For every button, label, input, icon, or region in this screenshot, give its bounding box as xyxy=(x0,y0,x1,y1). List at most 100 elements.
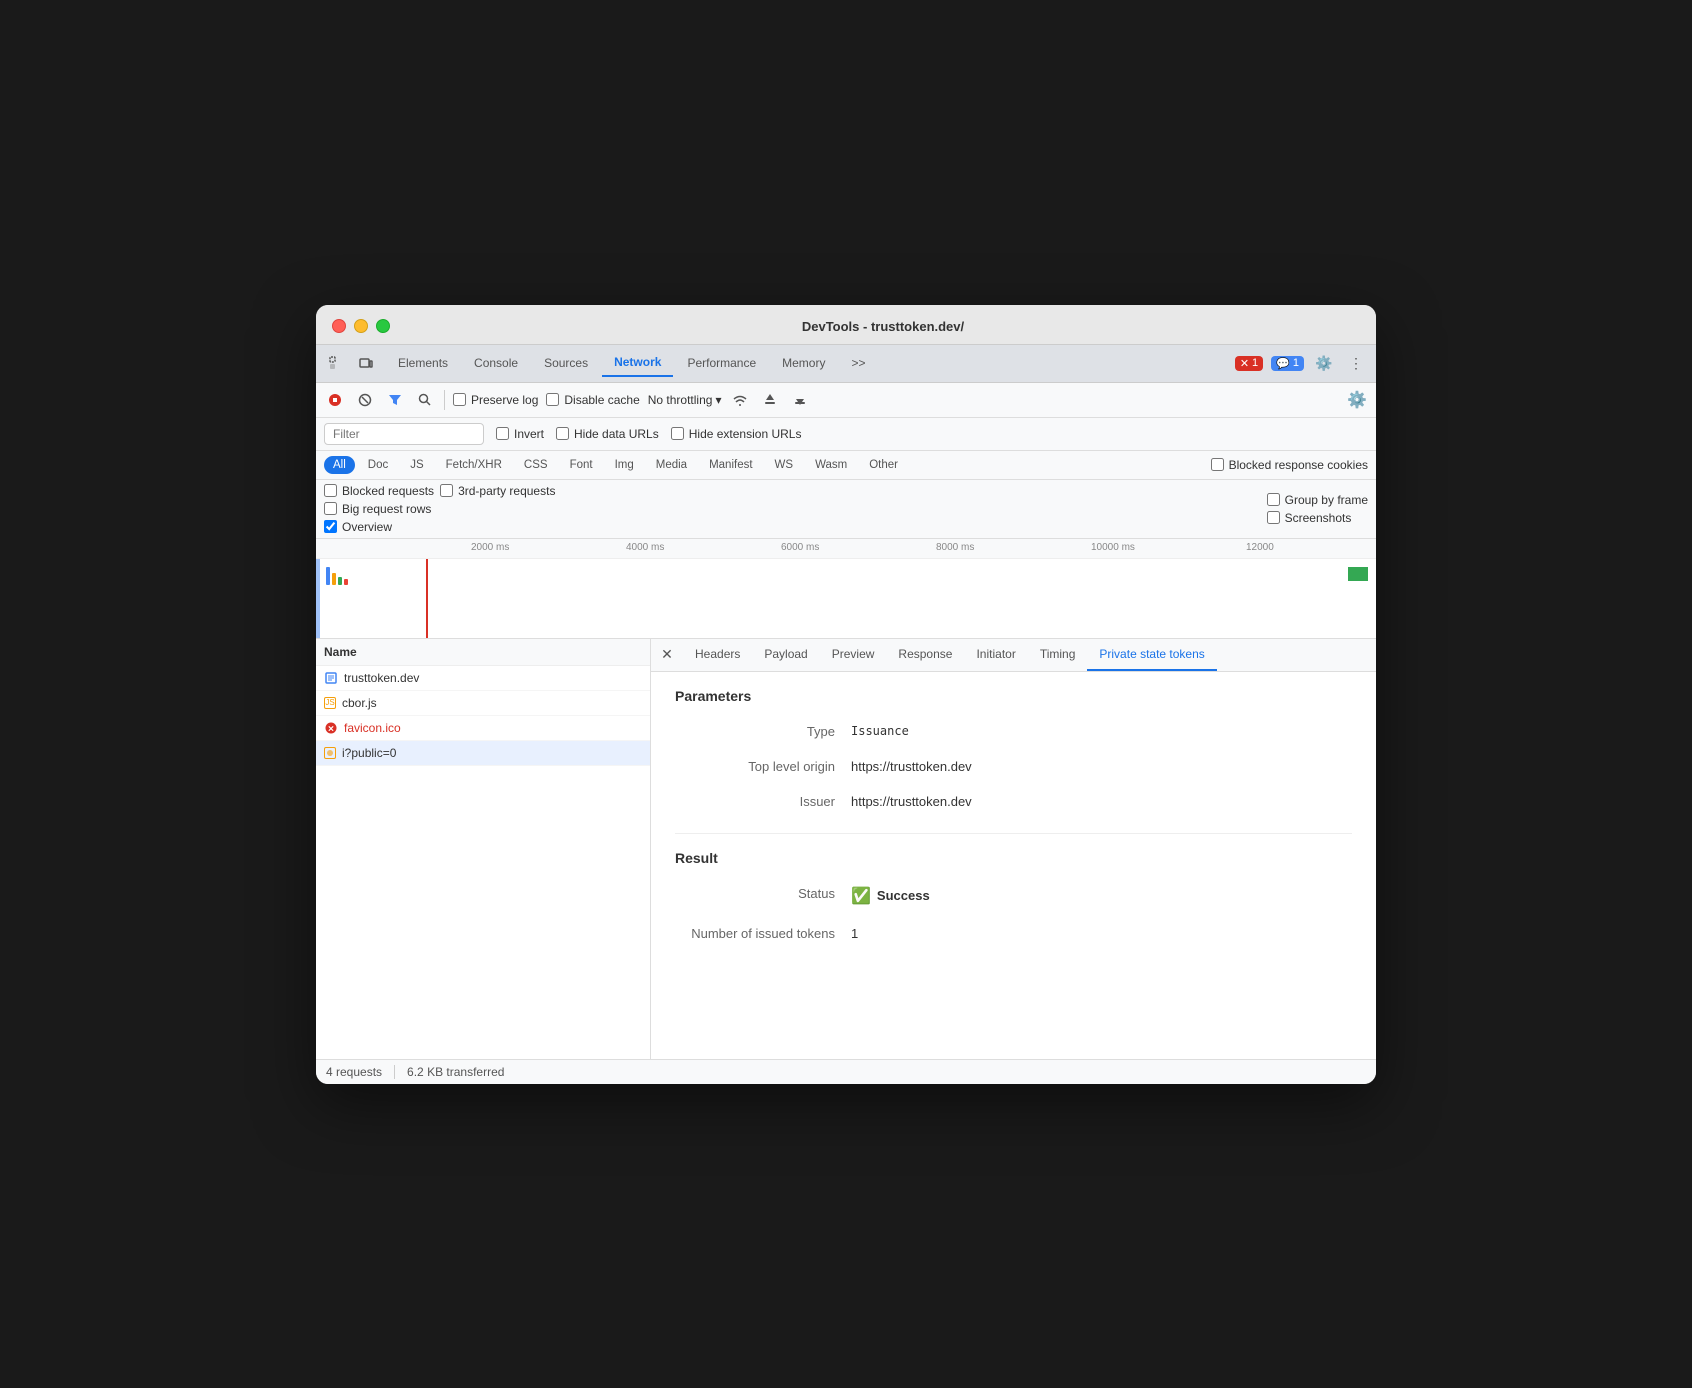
info-badge: 💬 1 xyxy=(1271,356,1304,371)
close-button[interactable] xyxy=(332,319,346,333)
option-row-4: Group by frame xyxy=(1267,493,1368,507)
traffic-lights xyxy=(332,319,390,333)
green-rect xyxy=(1348,567,1368,581)
tab-console[interactable]: Console xyxy=(462,350,530,376)
request-list: trusttoken.dev JS cbor.js ✕ favicon.ico xyxy=(316,666,650,1059)
overview-label[interactable]: Overview xyxy=(324,520,392,534)
tab-network[interactable]: Network xyxy=(602,349,673,377)
detail-tab-timing[interactable]: Timing xyxy=(1028,639,1088,671)
type-ws[interactable]: WS xyxy=(766,456,803,474)
invert-checkbox[interactable] xyxy=(496,427,509,440)
search-icon[interactable] xyxy=(414,389,436,411)
responsive-icon[interactable] xyxy=(354,351,378,375)
screenshots-checkbox[interactable] xyxy=(1267,511,1280,524)
tab-icon-group xyxy=(324,351,378,375)
filter-checkboxes: Invert Hide data URLs Hide extension URL… xyxy=(496,427,801,441)
request-ipublic[interactable]: i?public=0 xyxy=(316,741,650,766)
option-row-1: Blocked requests 3rd-party requests xyxy=(324,484,1267,498)
time-mark-6000: 6000 ms xyxy=(781,542,819,553)
disable-cache-label[interactable]: Disable cache xyxy=(546,393,639,407)
inspect-icon[interactable] xyxy=(324,351,348,375)
type-js[interactable]: JS xyxy=(401,456,432,474)
detail-panel: ✕ Headers Payload Preview Response Initi… xyxy=(651,639,1376,1059)
hide-data-urls-checkbox[interactable] xyxy=(556,427,569,440)
req-icon-pending xyxy=(324,747,336,759)
type-img[interactable]: Img xyxy=(606,456,643,474)
invert-label[interactable]: Invert xyxy=(496,427,544,441)
upload-icon[interactable] xyxy=(759,389,781,411)
network-settings-icon[interactable]: ⚙️ xyxy=(1346,389,1368,411)
group-by-frame-label[interactable]: Group by frame xyxy=(1267,493,1368,507)
wifi-icon[interactable] xyxy=(729,389,751,411)
group-by-frame-checkbox[interactable] xyxy=(1267,493,1280,506)
hide-extension-urls-label[interactable]: Hide extension URLs xyxy=(671,427,802,441)
clear-button[interactable] xyxy=(354,389,376,411)
stop-recording-button[interactable] xyxy=(324,389,346,411)
status-row: Status ✅ Success xyxy=(675,886,1352,906)
detail-tab-initiator[interactable]: Initiator xyxy=(964,639,1027,671)
type-wasm[interactable]: Wasm xyxy=(806,456,856,474)
filter-icon[interactable] xyxy=(384,389,406,411)
type-css[interactable]: CSS xyxy=(515,456,557,474)
request-favicon[interactable]: ✕ favicon.ico xyxy=(316,716,650,741)
maximize-button[interactable] xyxy=(376,319,390,333)
tab-sources[interactable]: Sources xyxy=(532,350,600,376)
param-type-row: Type Issuance xyxy=(675,724,1352,739)
type-other[interactable]: Other xyxy=(860,456,907,474)
type-fetch-xhr[interactable]: Fetch/XHR xyxy=(437,456,511,474)
blocked-cookies-checkbox[interactable] xyxy=(1211,458,1224,471)
detail-tab-preview[interactable]: Preview xyxy=(820,639,887,671)
tab-performance[interactable]: Performance xyxy=(675,350,768,376)
settings-icon[interactable]: ⚙️ xyxy=(1312,351,1336,375)
hide-data-urls-label[interactable]: Hide data URLs xyxy=(556,427,659,441)
hide-extension-urls-checkbox[interactable] xyxy=(671,427,684,440)
svg-text:✕: ✕ xyxy=(328,724,335,733)
type-all[interactable]: All xyxy=(324,456,355,474)
blocked-cookies-label[interactable]: Blocked response cookies xyxy=(1211,458,1368,472)
more-options-icon[interactable]: ⋮ xyxy=(1344,351,1368,375)
detail-tab-response[interactable]: Response xyxy=(886,639,964,671)
option-row-2: Big request rows xyxy=(324,502,1267,516)
filter-input[interactable] xyxy=(324,423,484,445)
type-media[interactable]: Media xyxy=(647,456,696,474)
tab-elements[interactable]: Elements xyxy=(386,350,460,376)
bar-script xyxy=(332,573,336,585)
toolbar-sep-1 xyxy=(444,390,445,410)
big-request-rows-checkbox[interactable] xyxy=(324,502,337,515)
param-type-label: Type xyxy=(675,724,835,739)
request-trusttoken[interactable]: trusttoken.dev xyxy=(316,666,650,691)
type-manifest[interactable]: Manifest xyxy=(700,456,761,474)
option-row-5: Screenshots xyxy=(1267,511,1368,525)
third-party-requests-checkbox[interactable] xyxy=(440,484,453,497)
preserve-log-checkbox[interactable] xyxy=(453,393,466,406)
detail-close-button[interactable]: ✕ xyxy=(655,643,679,667)
throttle-select[interactable]: No throttling ▾ xyxy=(648,393,722,407)
disable-cache-checkbox[interactable] xyxy=(546,393,559,406)
option-row-3: Overview xyxy=(324,520,1267,534)
type-doc[interactable]: Doc xyxy=(359,456,397,474)
time-mark-12000: 12000 xyxy=(1246,542,1274,553)
third-party-requests-label[interactable]: 3rd-party requests xyxy=(440,484,555,498)
tab-more-area: ✕ 1 💬 1 ⚙️ ⋮ xyxy=(1235,351,1368,375)
screenshots-label[interactable]: Screenshots xyxy=(1267,511,1352,525)
status-sep xyxy=(394,1065,395,1079)
tab-more[interactable]: >> xyxy=(839,350,877,376)
preserve-log-label[interactable]: Preserve log xyxy=(453,393,538,407)
tab-memory[interactable]: Memory xyxy=(770,350,837,376)
tokens-row: Number of issued tokens 1 xyxy=(675,926,1352,941)
request-cbor[interactable]: JS cbor.js xyxy=(316,691,650,716)
network-toolbar: Preserve log Disable cache No throttling… xyxy=(316,383,1376,418)
type-font[interactable]: Font xyxy=(561,456,602,474)
tokens-label: Number of issued tokens xyxy=(675,926,835,941)
detail-tab-private-state-tokens[interactable]: Private state tokens xyxy=(1087,639,1216,671)
overview-timeline[interactable]: 2000 ms 4000 ms 6000 ms 8000 ms 10000 ms… xyxy=(316,539,1376,639)
detail-tab-headers[interactable]: Headers xyxy=(683,639,752,671)
blocked-requests-checkbox[interactable] xyxy=(324,484,337,497)
big-request-rows-label[interactable]: Big request rows xyxy=(324,502,431,516)
param-origin-value: https://trusttoken.dev xyxy=(851,759,972,774)
blocked-requests-label[interactable]: Blocked requests xyxy=(324,484,434,498)
download-icon[interactable] xyxy=(789,389,811,411)
overview-checkbox[interactable] xyxy=(324,520,337,533)
detail-tab-payload[interactable]: Payload xyxy=(752,639,819,671)
minimize-button[interactable] xyxy=(354,319,368,333)
